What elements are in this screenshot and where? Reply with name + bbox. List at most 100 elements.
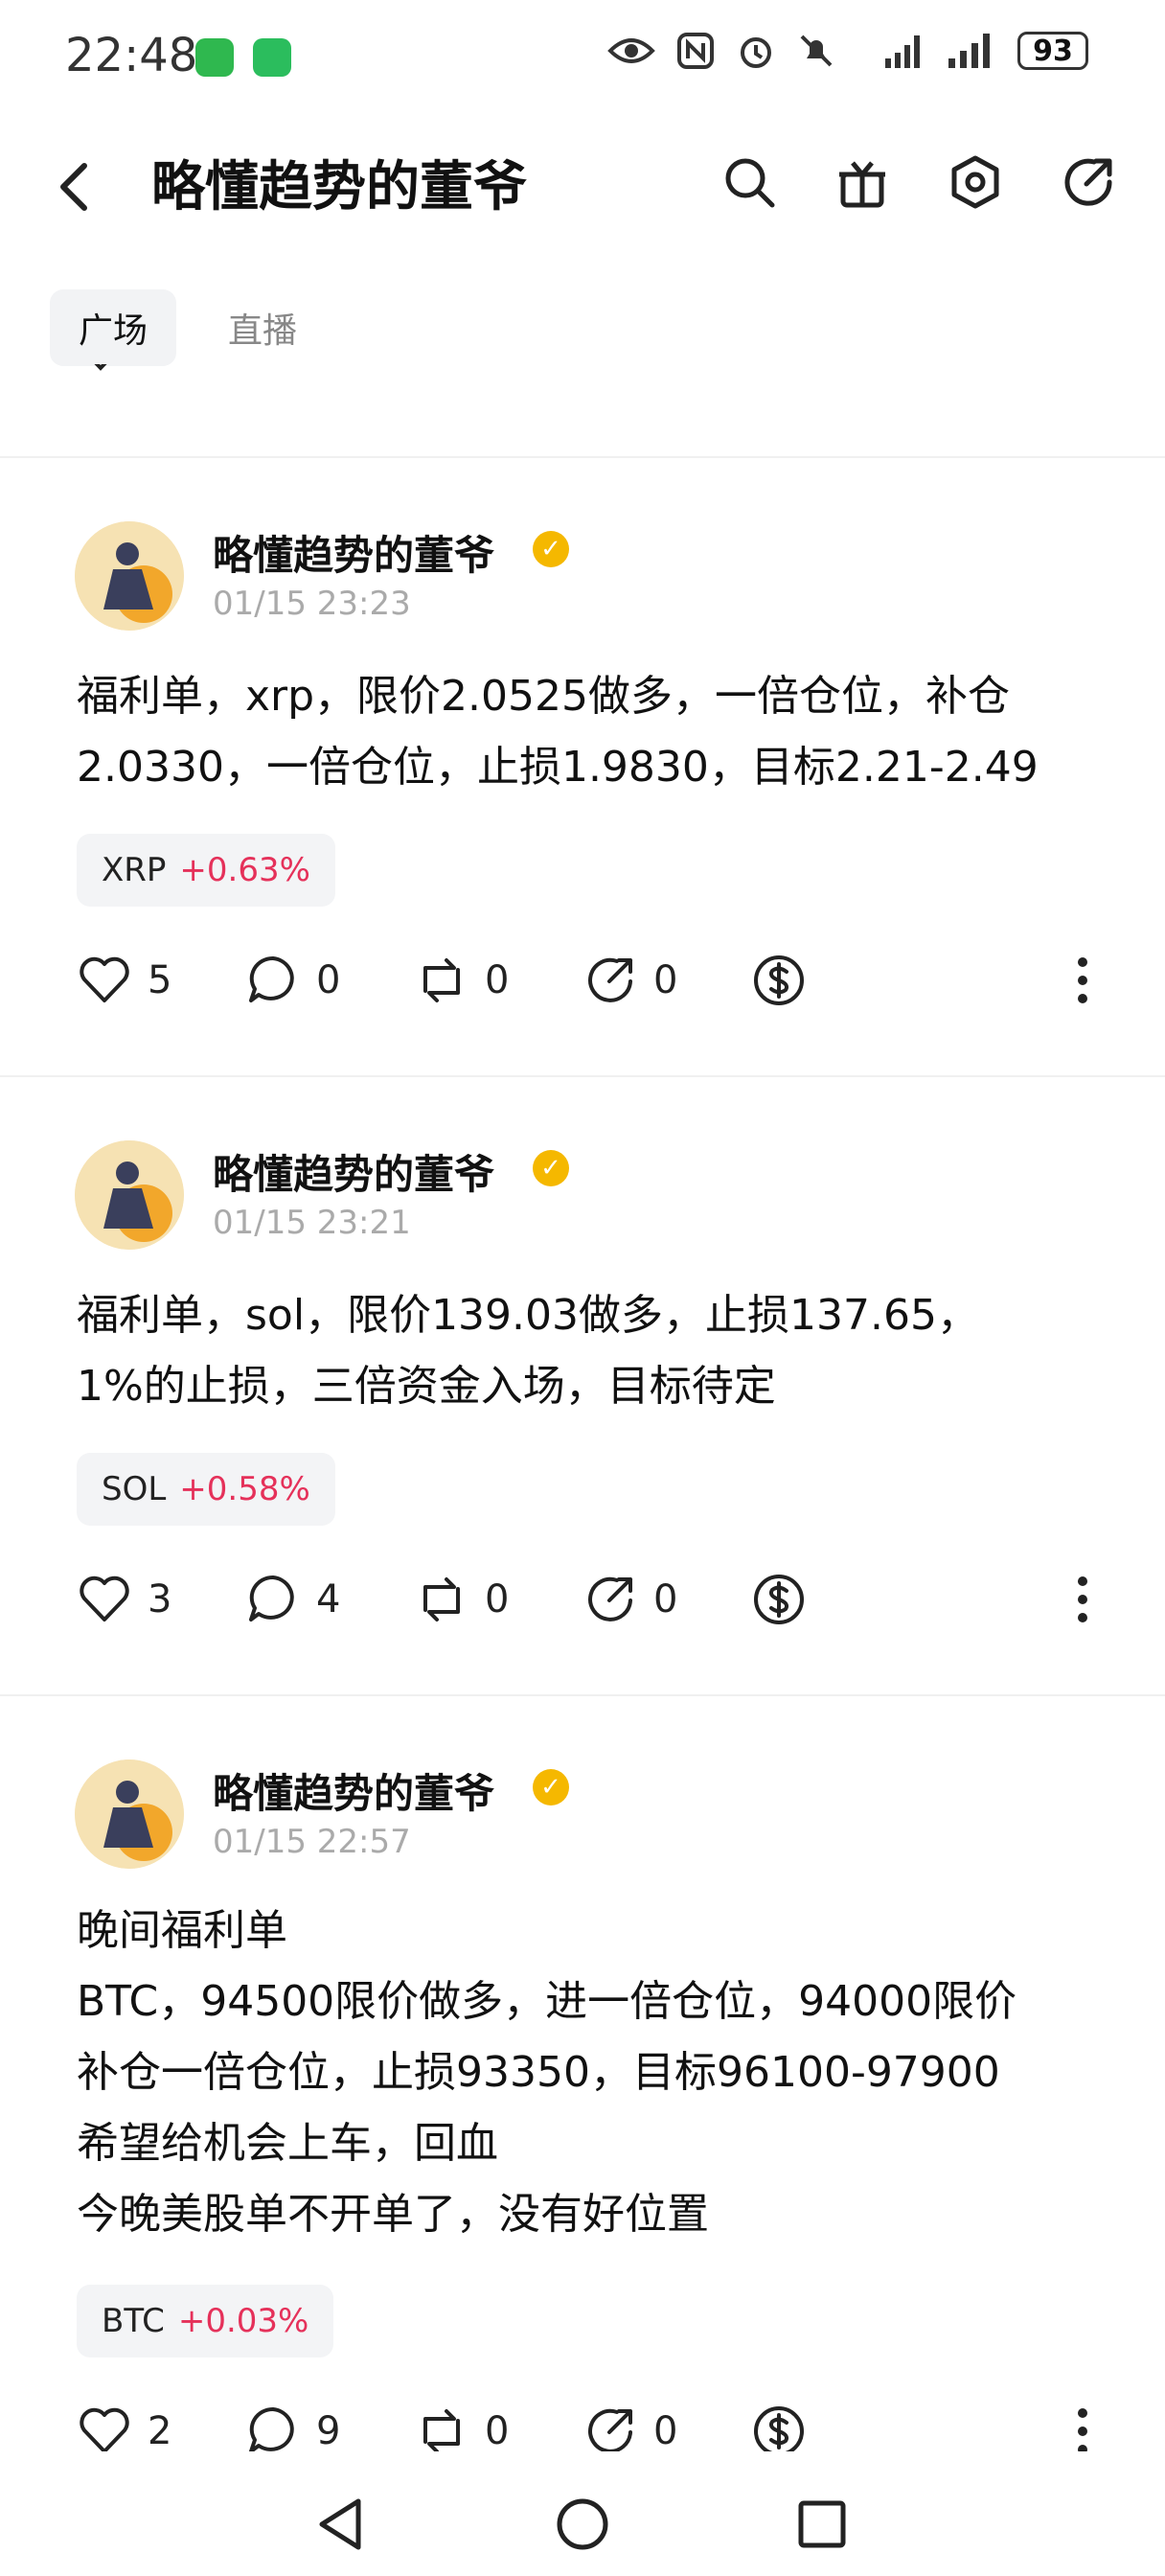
like-count: 5 bbox=[148, 958, 172, 1002]
repost-button[interactable]: 0 bbox=[414, 953, 582, 1008]
like-count: 3 bbox=[148, 1577, 172, 1622]
nav-home-icon[interactable] bbox=[554, 2496, 611, 2553]
repost-count: 0 bbox=[485, 958, 510, 1002]
repost-count: 0 bbox=[485, 2409, 510, 2451]
share-count: 0 bbox=[653, 1577, 678, 1622]
tab-square[interactable]: 广场 bbox=[50, 289, 177, 366]
previous-post-actions bbox=[0, 364, 1165, 393]
signal-icon-2 bbox=[948, 34, 990, 68]
share-arrow-icon bbox=[588, 1576, 632, 1622]
alarm-icon bbox=[741, 37, 771, 68]
header-actions bbox=[720, 153, 1117, 211]
more-options-icon[interactable] bbox=[1073, 1572, 1092, 1627]
tip-button[interactable] bbox=[751, 953, 920, 1008]
heart-icon bbox=[80, 2407, 129, 2451]
author-name[interactable]: 略懂趋势的董爷 bbox=[213, 1761, 494, 1820]
post-card[interactable]: 略懂趋势的董爷 ✓ 01/15 23:21 福利单，sol，限价139.03做多… bbox=[0, 1075, 1165, 1694]
comment-button[interactable]: 9 bbox=[245, 2404, 414, 2451]
eye-icon bbox=[607, 38, 655, 63]
like-count: 2 bbox=[148, 2409, 172, 2451]
heart-icon bbox=[80, 1576, 129, 1622]
search-icon[interactable] bbox=[720, 153, 778, 211]
comment-button[interactable]: 4 bbox=[245, 1572, 414, 1627]
comment-count: 4 bbox=[316, 1577, 341, 1622]
coin-tag[interactable]: XRP +0.63% bbox=[77, 834, 335, 907]
repost-icon bbox=[423, 1577, 460, 1622]
avatar[interactable] bbox=[75, 1140, 184, 1250]
coin-change: +0.58% bbox=[179, 1470, 310, 1508]
share-arrow-icon bbox=[588, 957, 632, 1002]
coin-change: +0.03% bbox=[177, 2302, 309, 2340]
repost-button[interactable]: 0 bbox=[414, 2404, 582, 2451]
system-nav-bar bbox=[0, 2472, 1165, 2576]
author-name[interactable]: 略懂趋势的董爷 bbox=[213, 1142, 494, 1201]
share-count: 0 bbox=[653, 2409, 678, 2451]
repost-icon bbox=[423, 958, 460, 1002]
wechat-work-icon bbox=[253, 38, 291, 77]
share-button[interactable]: 0 bbox=[582, 1572, 751, 1627]
post-time: 01/15 22:57 bbox=[213, 1823, 411, 1861]
coin-tag[interactable]: SOL +0.58% bbox=[77, 1453, 335, 1526]
repost-button[interactable]: 0 bbox=[414, 1572, 582, 1627]
coin-symbol: XRP bbox=[102, 851, 167, 889]
share-button[interactable]: 0 bbox=[582, 2404, 751, 2451]
nfc-icon bbox=[677, 33, 714, 69]
post-content[interactable]: 晚间福利单 BTC，94500限价做多，进一倍仓位，94000限价 补仓一倍仓位… bbox=[77, 1896, 1092, 2250]
battery-indicator: 93 bbox=[1017, 32, 1088, 70]
repost-icon bbox=[423, 2409, 460, 2451]
comment-button[interactable]: 0 bbox=[245, 953, 414, 1008]
post-time: 01/15 23:23 bbox=[213, 585, 411, 623]
gift-icon[interactable] bbox=[834, 153, 891, 211]
nav-recents-icon[interactable] bbox=[795, 2497, 849, 2551]
tip-button[interactable] bbox=[751, 1572, 920, 1627]
action-bar: 2 9 0 0 bbox=[77, 2404, 1092, 2451]
post-content[interactable]: 福利单，xrp，限价2.0525做多，一倍仓位，补仓 2.0330，一倍仓位，止… bbox=[77, 661, 1092, 803]
mute-bell-icon bbox=[800, 34, 833, 67]
tab-live[interactable]: 直播 bbox=[199, 289, 326, 366]
status-icons: 93 bbox=[607, 31, 1088, 71]
repost-count: 0 bbox=[485, 1577, 510, 1622]
action-bar: 3 4 0 0 bbox=[77, 1572, 1092, 1627]
coin-change: +0.63% bbox=[179, 851, 310, 889]
back-arrow-icon[interactable] bbox=[56, 158, 94, 216]
post-time: 01/15 23:21 bbox=[213, 1204, 411, 1242]
heart-icon bbox=[80, 956, 129, 1002]
wechat-icon bbox=[195, 38, 234, 77]
share-button[interactable]: 0 bbox=[582, 953, 751, 1008]
like-button[interactable]: 3 bbox=[77, 1572, 245, 1627]
comment-count: 9 bbox=[316, 2409, 341, 2451]
coin-tag[interactable]: BTC +0.03% bbox=[77, 2285, 334, 2358]
like-button[interactable]: 5 bbox=[77, 953, 245, 1008]
settings-icon[interactable] bbox=[947, 153, 1004, 211]
share-arrow-icon bbox=[588, 2408, 632, 2451]
status-time: 22:48 bbox=[65, 29, 198, 82]
author-name[interactable]: 略懂趋势的董爷 bbox=[213, 523, 494, 582]
avatar[interactable] bbox=[75, 521, 184, 631]
post-card[interactable]: 略懂趋势的董爷 ✓ 01/15 23:23 福利单，xrp，限价2.0525做多… bbox=[0, 456, 1165, 1075]
comment-icon bbox=[249, 1575, 294, 1622]
verified-badge-icon: ✓ bbox=[533, 1769, 569, 1806]
more-options-icon[interactable] bbox=[1073, 2404, 1092, 2451]
coin-symbol: BTC bbox=[102, 2302, 165, 2340]
verified-badge-icon: ✓ bbox=[533, 1150, 569, 1186]
comment-icon bbox=[249, 2406, 294, 2451]
dollar-circle-icon bbox=[754, 955, 804, 1005]
like-button[interactable]: 2 bbox=[77, 2404, 245, 2451]
post-card[interactable]: 略懂趋势的董爷 ✓ 01/15 22:57 晚间福利单 BTC，94500限价做… bbox=[0, 1694, 1165, 2451]
page-title: 略懂趋势的董爷 bbox=[151, 156, 527, 218]
comment-icon bbox=[249, 955, 294, 1002]
tip-button[interactable] bbox=[751, 2404, 920, 2451]
avatar[interactable] bbox=[75, 1760, 184, 1869]
tab-bar: 广场 直播 bbox=[50, 289, 326, 366]
signal-icon bbox=[885, 35, 920, 68]
share-count: 0 bbox=[653, 958, 678, 1002]
share-icon[interactable] bbox=[1060, 153, 1117, 211]
more-options-icon[interactable] bbox=[1073, 953, 1092, 1008]
dollar-circle-icon bbox=[754, 2406, 804, 2451]
verified-badge-icon: ✓ bbox=[533, 531, 569, 567]
post-content[interactable]: 福利单，sol，限价139.03做多，止损137.65， 1%的止损，三倍资金入… bbox=[77, 1280, 1092, 1422]
action-bar: 5 0 0 0 bbox=[77, 953, 1092, 1008]
coin-symbol: SOL bbox=[102, 1470, 167, 1508]
comment-count: 0 bbox=[316, 958, 341, 1002]
nav-back-icon[interactable] bbox=[314, 2496, 368, 2553]
